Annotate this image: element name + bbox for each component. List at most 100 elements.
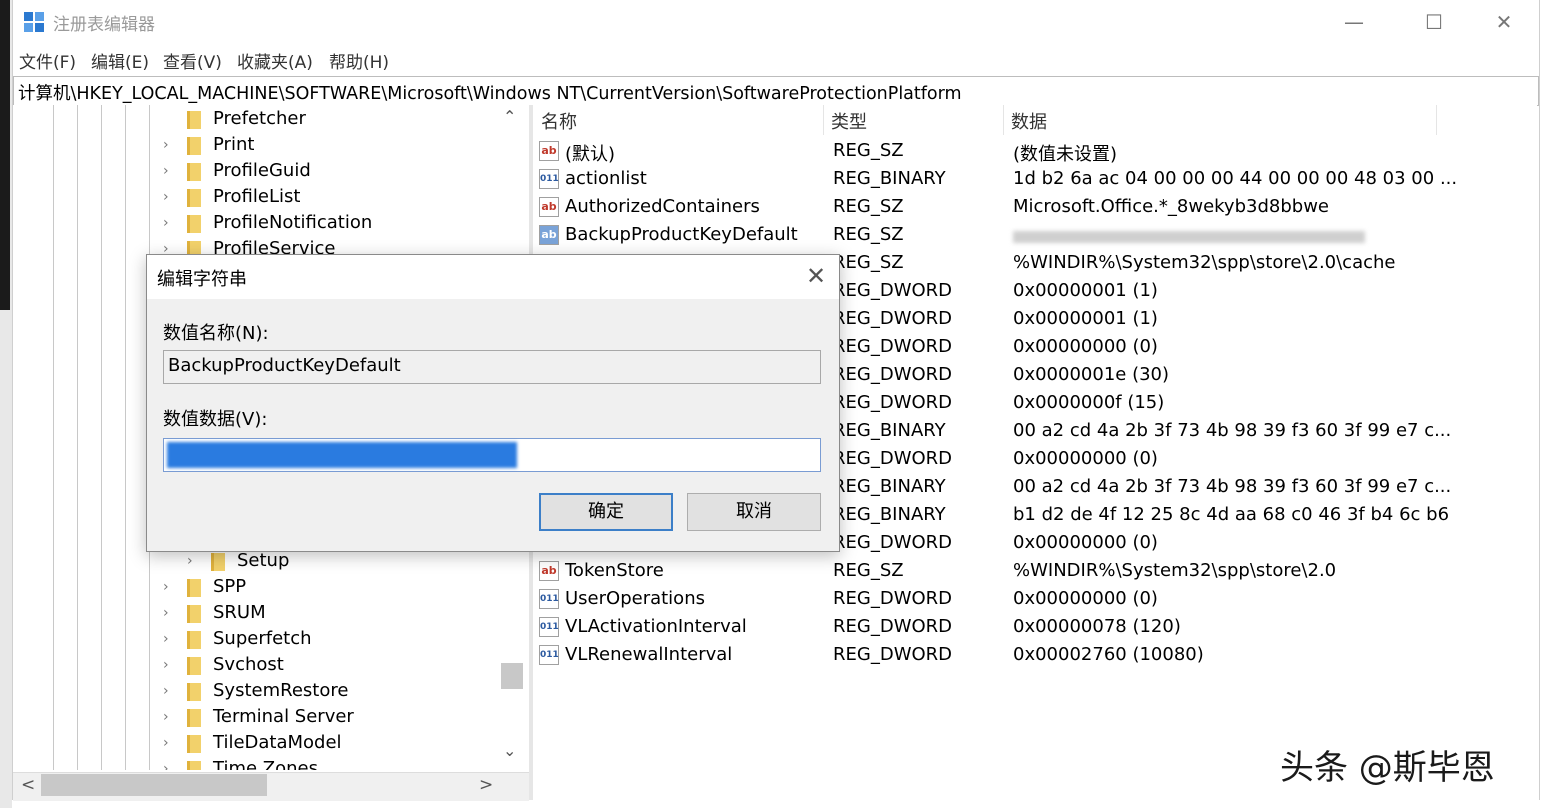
expand-icon[interactable]: › — [163, 683, 169, 699]
tree-item-label: Time Zones — [213, 758, 318, 770]
dialog-close-icon[interactable]: ✕ — [801, 261, 831, 291]
column-separator[interactable] — [823, 105, 824, 135]
scroll-right-icon[interactable]: > — [479, 775, 493, 795]
tree-item-tiledatamodel[interactable]: › TileDataModel — [163, 731, 529, 757]
address-bar[interactable]: 计算机\HKEY_LOCAL_MACHINE\SOFTWARE\Microsof… — [13, 76, 1539, 106]
expand-icon[interactable]: › — [163, 579, 169, 595]
tree-item-print[interactable]: › Print — [163, 133, 529, 159]
value-row[interactable]: 011 VLRenewalInterval REG_DWORD 0x000027… — [533, 642, 1533, 670]
tree-item-systemrestore[interactable]: › SystemRestore — [163, 679, 529, 705]
value-data: 0x00000001 (1) — [1013, 308, 1158, 329]
tree-item-srum[interactable]: › SRUM — [163, 601, 529, 627]
tree-item-time-zones[interactable]: › Time Zones — [163, 757, 529, 770]
tree-item-profilelist[interactable]: › ProfileList — [163, 185, 529, 211]
menu-help[interactable]: 帮助(H) — [329, 48, 389, 73]
folder-icon — [187, 163, 201, 181]
dialog-title-bar[interactable]: 编辑字符串 ✕ — [147, 255, 839, 299]
menu-view[interactable]: 查看(V) — [163, 48, 222, 73]
scroll-up-icon[interactable]: ⌃ — [503, 107, 516, 126]
regedit-icon — [24, 12, 44, 32]
value-row[interactable]: ab TokenStore REG_SZ %WINDIR%\System32\s… — [533, 558, 1533, 586]
value-data: (数值未设置) — [1013, 144, 1118, 165]
tree-item-prefetcher[interactable]: Prefetcher — [163, 107, 529, 133]
value-data: 0x00000000 (0) — [1013, 588, 1158, 609]
tree-item-profileguid[interactable]: › ProfileGuid — [163, 159, 529, 185]
folder-icon — [187, 657, 201, 675]
tree-item-profilenotification[interactable]: › ProfileNotification — [163, 211, 529, 237]
maximize-button[interactable]: ☐ — [1399, 0, 1469, 44]
value-name: actionlist — [565, 168, 647, 189]
watermark-text: 头条 @斯毕恩 — [1280, 748, 1495, 788]
column-header-type[interactable]: 类型 — [831, 108, 867, 134]
tree-item-superfetch[interactable]: › Superfetch — [163, 627, 529, 653]
scroll-down-icon[interactable]: ⌄ — [503, 741, 516, 760]
value-type: REG_BINARY — [833, 476, 946, 497]
value-row[interactable]: 011 VLActivationInterval REG_DWORD 0x000… — [533, 614, 1533, 642]
value-row[interactable]: ab AuthorizedContainers REG_SZ Microsoft… — [533, 194, 1533, 222]
value-data: 00 a2 cd 4a 2b 3f 73 4b 98 39 f3 60 3f 9… — [1013, 476, 1452, 497]
menu-edit[interactable]: 编辑(E) — [91, 48, 149, 73]
value-type: REG_BINARY — [833, 504, 946, 525]
string-value-icon: ab — [539, 197, 559, 217]
folder-icon — [187, 137, 201, 155]
tree-item-setup[interactable]: › Setup — [187, 549, 529, 575]
folder-icon — [211, 553, 225, 571]
dialog-title: 编辑字符串 — [157, 269, 247, 290]
title-bar: 注册表编辑器 — ☐ ✕ — [13, 0, 1539, 44]
value-type: REG_DWORD — [833, 280, 953, 301]
value-type: REG_SZ — [833, 224, 904, 245]
column-separator[interactable] — [1003, 105, 1004, 135]
expand-icon[interactable]: › — [163, 189, 169, 205]
tree-vertical-scroll-thumb[interactable] — [501, 663, 523, 689]
scroll-left-icon[interactable]: < — [21, 775, 35, 795]
edit-string-dialog: 编辑字符串 ✕ 数值名称(N): BackupProductKeyDefault… — [146, 254, 840, 552]
tree-item-label: Prefetcher — [213, 108, 306, 129]
string-value-icon: ab — [539, 225, 559, 245]
ok-button[interactable]: 确定 — [539, 493, 673, 531]
cancel-button[interactable]: 取消 — [687, 493, 821, 531]
tree-item-label: Terminal Server — [213, 706, 354, 727]
value-type: REG_BINARY — [833, 168, 946, 189]
expand-icon[interactable]: › — [163, 657, 169, 673]
tree-horizontal-scroll-thumb[interactable] — [41, 774, 267, 796]
value-row-selected[interactable]: ab BackupProductKeyDefault REG_SZ — [533, 222, 1533, 250]
expand-icon[interactable]: › — [163, 761, 169, 770]
value-type: REG_SZ — [833, 140, 904, 161]
value-row[interactable]: ab (默认) REG_SZ (数值未设置) — [533, 138, 1533, 166]
tree-item-spp[interactable]: › SPP — [163, 575, 529, 601]
address-path: 计算机\HKEY_LOCAL_MACHINE\SOFTWARE\Microsof… — [18, 84, 962, 104]
value-type: REG_SZ — [833, 252, 904, 273]
menu-file[interactable]: 文件(F) — [19, 48, 76, 73]
tree-item-terminal-server[interactable]: › Terminal Server — [163, 705, 529, 731]
value-data-input[interactable] — [163, 438, 821, 472]
tree-item-label: ProfileNotification — [213, 212, 373, 233]
expand-icon[interactable]: › — [163, 631, 169, 647]
expand-icon[interactable]: › — [163, 215, 169, 231]
value-row[interactable]: 011 actionlist REG_BINARY 1d b2 6a ac 04… — [533, 166, 1533, 194]
value-type: REG_DWORD — [833, 336, 953, 357]
expand-icon[interactable]: › — [187, 553, 193, 569]
tree-guide-line — [125, 105, 126, 770]
expand-icon[interactable]: › — [163, 137, 169, 153]
column-separator[interactable] — [1436, 105, 1437, 135]
expand-icon[interactable]: › — [163, 605, 169, 621]
window-title: 注册表编辑器 — [53, 15, 155, 35]
value-type: REG_DWORD — [833, 308, 953, 329]
expand-icon[interactable]: › — [163, 735, 169, 751]
selected-redacted-text — [167, 442, 517, 468]
column-header-name[interactable]: 名称 — [541, 108, 577, 134]
column-header-data[interactable]: 数据 — [1011, 108, 1047, 134]
close-button[interactable]: ✕ — [1469, 0, 1539, 44]
menu-favorites[interactable]: 收藏夹(A) — [237, 48, 313, 73]
menu-bar: 文件(F) 编辑(E) 查看(V) 收藏夹(A) 帮助(H) — [13, 44, 1539, 74]
expand-icon[interactable]: › — [163, 163, 169, 179]
tree-item-label: SystemRestore — [213, 680, 349, 701]
expand-icon[interactable]: › — [163, 709, 169, 725]
value-row[interactable]: 011 UserOperations REG_DWORD 0x00000000 … — [533, 586, 1533, 614]
tree-item-svchost[interactable]: › Svchost — [163, 653, 529, 679]
value-type: REG_DWORD — [833, 616, 953, 637]
value-data: 0x00000000 (0) — [1013, 448, 1158, 469]
binary-value-icon: 011 — [539, 169, 559, 189]
value-name: AuthorizedContainers — [565, 196, 760, 217]
minimize-button[interactable]: — — [1319, 0, 1389, 44]
